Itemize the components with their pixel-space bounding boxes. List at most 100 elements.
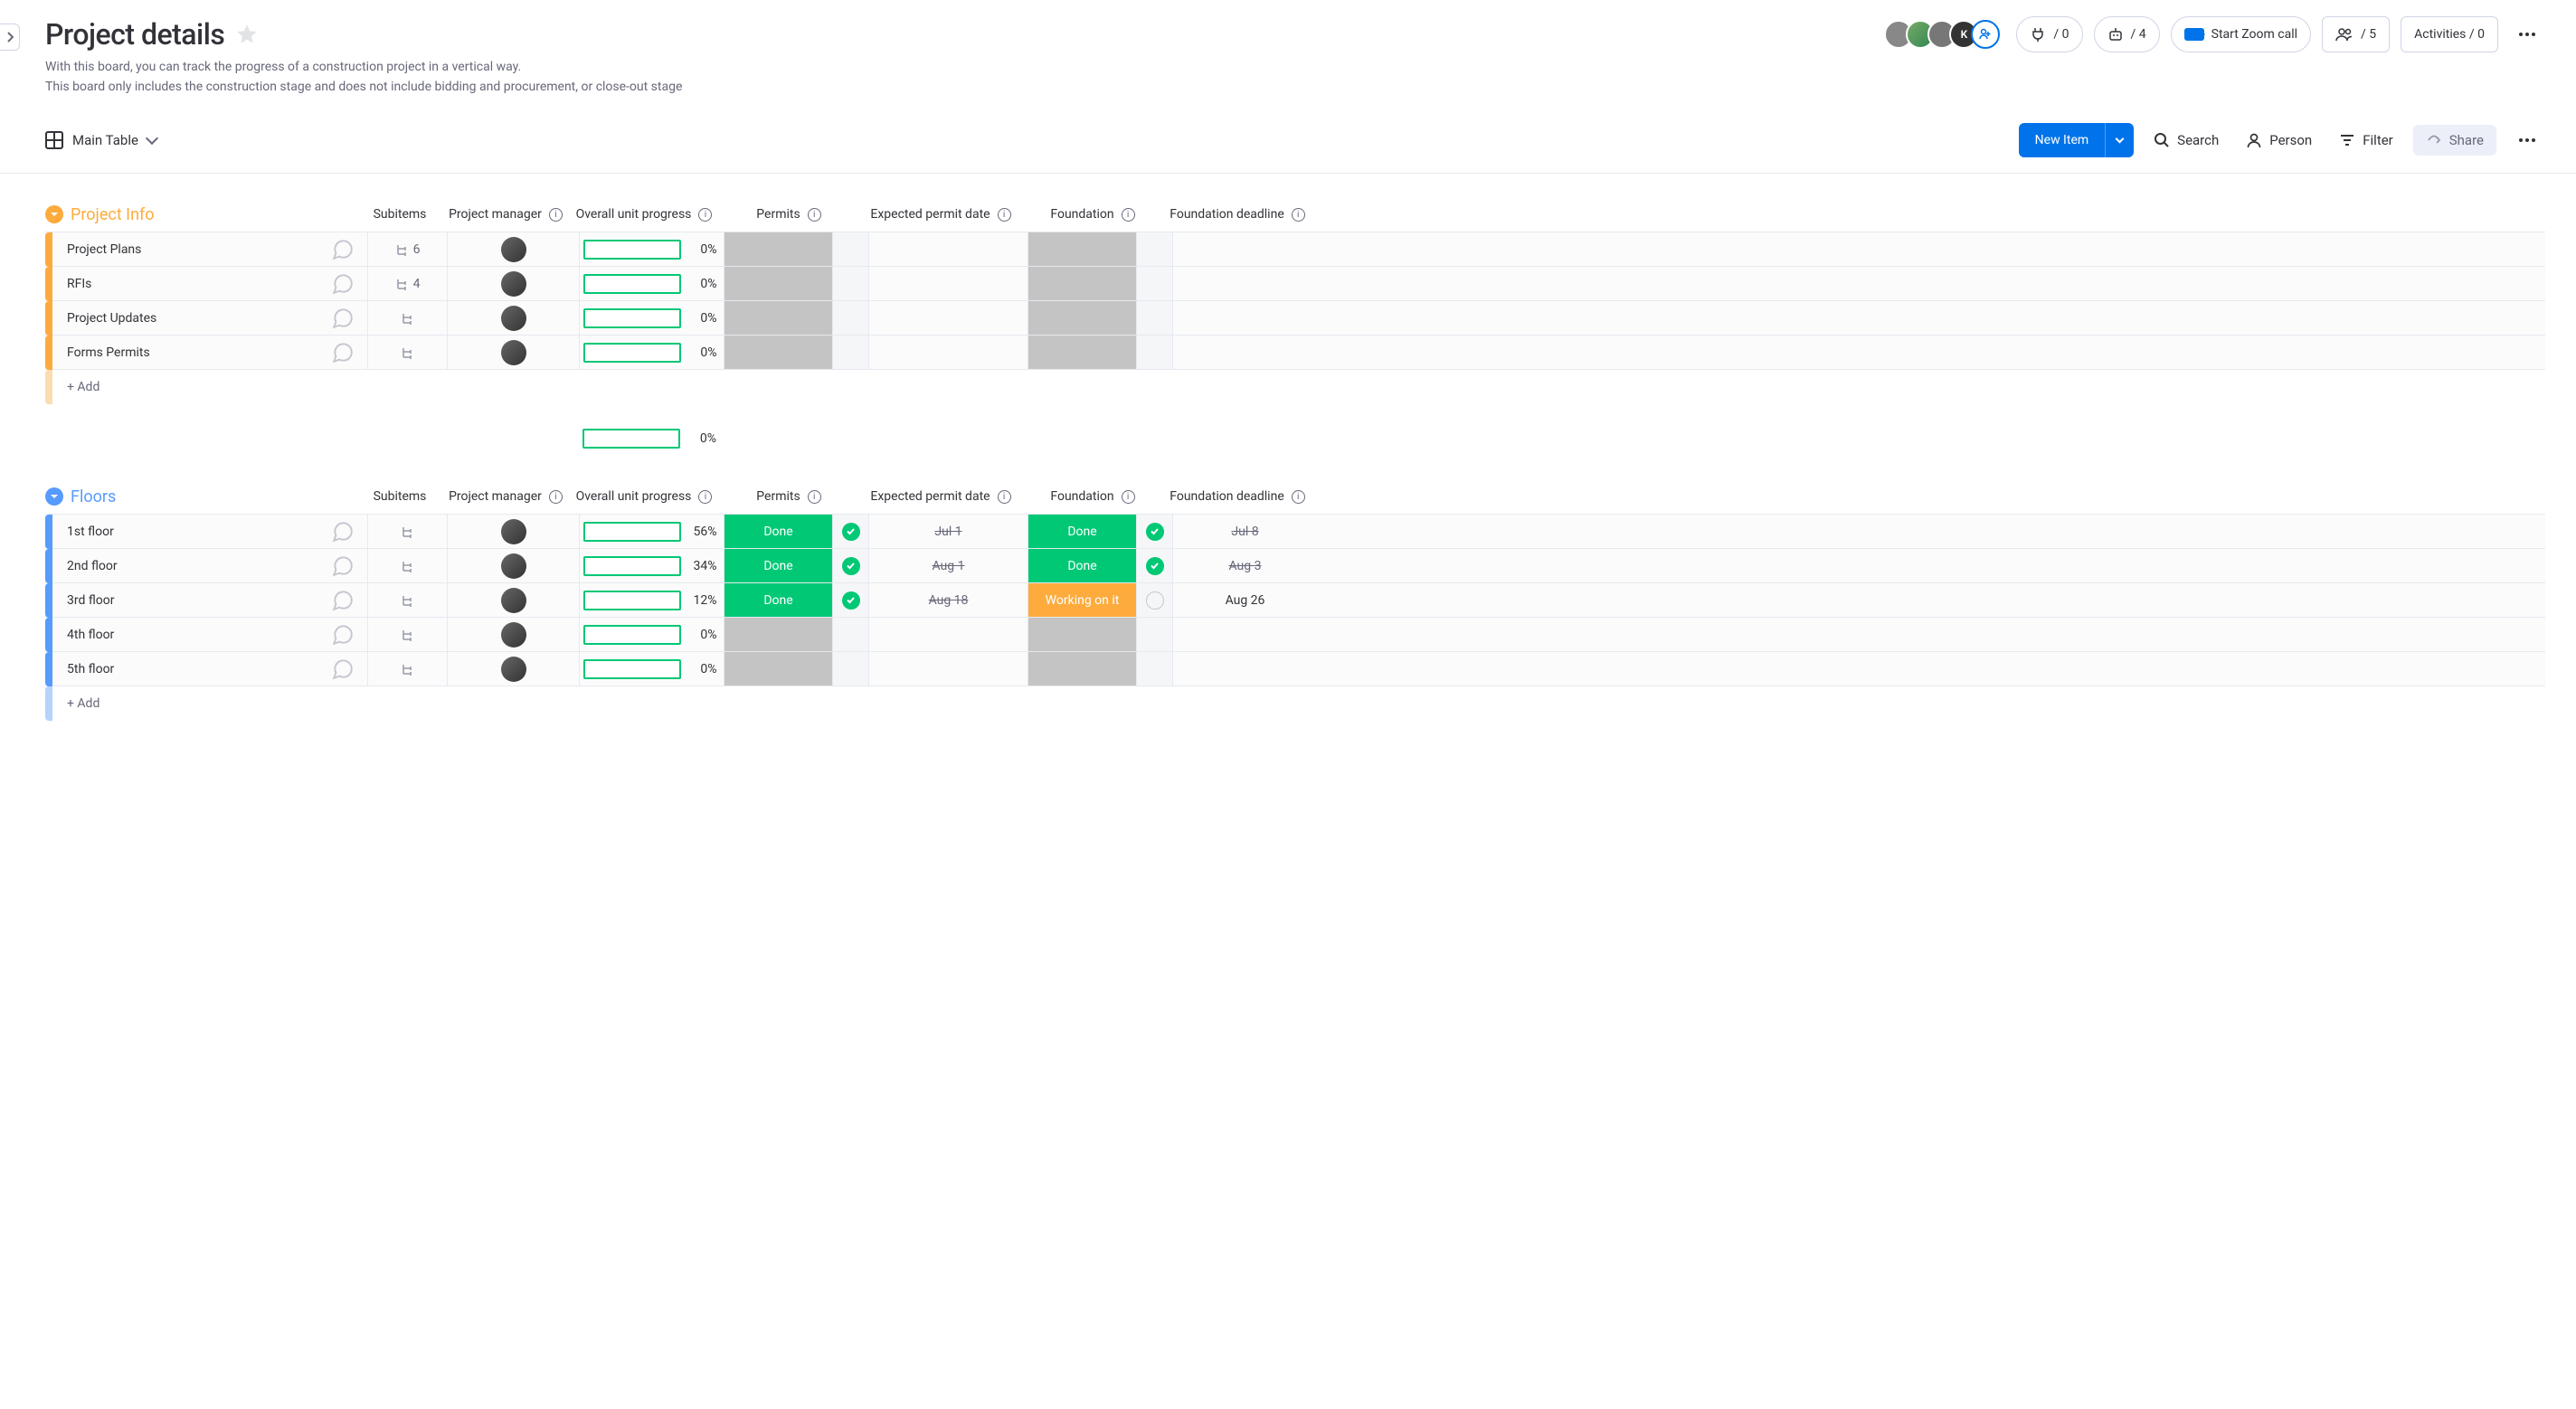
share-button[interactable]: Share: [2413, 125, 2496, 156]
info-icon[interactable]: i: [1292, 490, 1305, 504]
cell-foundation-check[interactable]: [1136, 618, 1172, 651]
toolbar-more-menu[interactable]: [2509, 122, 2545, 158]
cell-subitems[interactable]: [367, 336, 447, 369]
expand-sidebar-button[interactable]: [0, 24, 20, 51]
info-icon[interactable]: i: [808, 490, 821, 504]
info-icon[interactable]: i: [549, 490, 563, 504]
cell-permits-check[interactable]: [832, 301, 868, 335]
col-foundation[interactable]: Foundation i: [1020, 197, 1165, 232]
col-project-manager[interactable]: Project manager i: [440, 197, 572, 232]
chat-icon[interactable]: [331, 623, 355, 647]
chat-icon[interactable]: [331, 341, 355, 364]
table-row[interactable]: Forms Permits 0%: [45, 335, 2545, 369]
col-subitems[interactable]: Subitems: [360, 479, 440, 514]
cell-foundation-deadline[interactable]: [1172, 618, 1317, 651]
start-zoom-button[interactable]: Start Zoom call: [2171, 16, 2311, 52]
cell-foundation-status[interactable]: Done: [1028, 549, 1136, 582]
cell-foundation-check[interactable]: [1136, 267, 1172, 300]
item-name[interactable]: Project Plans: [67, 242, 141, 257]
cell-progress[interactable]: 0%: [579, 232, 724, 266]
cell-foundation-deadline[interactable]: [1172, 267, 1317, 300]
cell-expected-permit-date[interactable]: [868, 336, 1028, 369]
cell-permits-status[interactable]: Done: [724, 515, 832, 548]
cell-permits-check[interactable]: [832, 583, 868, 617]
cell-permits-check[interactable]: [832, 549, 868, 582]
group-title[interactable]: Project Info: [71, 205, 155, 224]
board-members-avatars[interactable]: K: [1884, 20, 2000, 49]
collapse-group-button[interactable]: [45, 205, 63, 223]
add-item-row[interactable]: + Add: [45, 369, 2545, 403]
info-icon[interactable]: i: [698, 490, 712, 504]
cell-project-manager[interactable]: [447, 267, 579, 300]
table-row[interactable]: Project Updates 0%: [45, 300, 2545, 335]
item-name[interactable]: 5th floor: [67, 662, 114, 676]
col-foundation-deadline[interactable]: Foundation deadline i: [1165, 479, 1310, 514]
activities-button[interactable]: Activities / 0: [2401, 16, 2498, 52]
chat-icon[interactable]: [331, 554, 355, 578]
cell-project-manager[interactable]: [447, 301, 579, 335]
cell-foundation-deadline[interactable]: [1172, 301, 1317, 335]
cell-foundation-deadline[interactable]: Jul 8: [1172, 515, 1317, 548]
cell-permits-check[interactable]: [832, 267, 868, 300]
info-icon[interactable]: i: [808, 208, 821, 222]
view-selector[interactable]: Main Table: [45, 131, 156, 149]
cell-subitems[interactable]: [367, 618, 447, 651]
cell-foundation-deadline[interactable]: Aug 26: [1172, 583, 1317, 617]
cell-subitems[interactable]: 6: [367, 232, 447, 266]
cell-foundation-status[interactable]: [1028, 301, 1136, 335]
cell-foundation-deadline[interactable]: [1172, 336, 1317, 369]
cell-permits-status[interactable]: [724, 652, 832, 686]
cell-foundation-deadline[interactable]: [1172, 652, 1317, 686]
info-icon[interactable]: i: [1292, 208, 1305, 222]
cell-foundation-check[interactable]: [1136, 232, 1172, 266]
chat-icon[interactable]: [331, 657, 355, 681]
cell-foundation-check[interactable]: [1136, 336, 1172, 369]
chat-icon[interactable]: [331, 238, 355, 261]
item-name[interactable]: 2nd floor: [67, 559, 118, 573]
cell-foundation-check[interactable]: [1136, 652, 1172, 686]
info-icon[interactable]: i: [998, 490, 1011, 504]
cell-project-manager[interactable]: [447, 618, 579, 651]
col-progress[interactable]: Overall unit progress i: [572, 197, 716, 232]
cell-subitems[interactable]: [367, 549, 447, 582]
cell-foundation-check[interactable]: [1136, 549, 1172, 582]
cell-progress[interactable]: 0%: [579, 652, 724, 686]
col-permits[interactable]: Permits i: [716, 479, 861, 514]
col-progress[interactable]: Overall unit progress i: [572, 479, 716, 514]
info-icon[interactable]: i: [1122, 490, 1135, 504]
chat-icon[interactable]: [331, 589, 355, 612]
cell-permits-check[interactable]: [832, 652, 868, 686]
table-row[interactable]: 2nd floor 34% Done Aug 1 Done Aug 3: [45, 548, 2545, 582]
filter-button[interactable]: Filter: [2332, 127, 2401, 154]
cell-project-manager[interactable]: [447, 515, 579, 548]
cell-permits-status[interactable]: [724, 618, 832, 651]
favorite-star-icon[interactable]: [235, 23, 259, 46]
cell-progress[interactable]: 0%: [579, 267, 724, 300]
col-foundation-deadline[interactable]: Foundation deadline i: [1165, 197, 1310, 232]
cell-subitems[interactable]: 4: [367, 267, 447, 300]
cell-permits-status[interactable]: [724, 267, 832, 300]
col-project-manager[interactable]: Project manager i: [440, 479, 572, 514]
cell-expected-permit-date[interactable]: [868, 652, 1028, 686]
table-row[interactable]: 4th floor 0%: [45, 617, 2545, 651]
cell-expected-permit-date[interactable]: Aug 1: [868, 549, 1028, 582]
cell-permits-status[interactable]: [724, 336, 832, 369]
item-name[interactable]: 3rd floor: [67, 593, 115, 608]
members-count-button[interactable]: / 5: [2322, 16, 2390, 52]
cell-foundation-deadline[interactable]: Aug 3: [1172, 549, 1317, 582]
col-expected-permit-date[interactable]: Expected permit date i: [861, 479, 1020, 514]
col-permits[interactable]: Permits i: [716, 197, 861, 232]
cell-foundation-status[interactable]: Done: [1028, 515, 1136, 548]
info-icon[interactable]: i: [1122, 208, 1135, 222]
cell-subitems[interactable]: [367, 515, 447, 548]
col-subitems[interactable]: Subitems: [360, 197, 440, 232]
cell-foundation-status[interactable]: [1028, 267, 1136, 300]
cell-progress[interactable]: 0%: [579, 618, 724, 651]
cell-foundation-status[interactable]: [1028, 336, 1136, 369]
cell-permits-check[interactable]: [832, 336, 868, 369]
item-name[interactable]: Project Updates: [67, 311, 156, 326]
cell-foundation-status[interactable]: [1028, 618, 1136, 651]
table-row[interactable]: 5th floor 0%: [45, 651, 2545, 686]
item-name[interactable]: RFIs: [67, 277, 91, 291]
search-button[interactable]: Search: [2146, 127, 2226, 154]
